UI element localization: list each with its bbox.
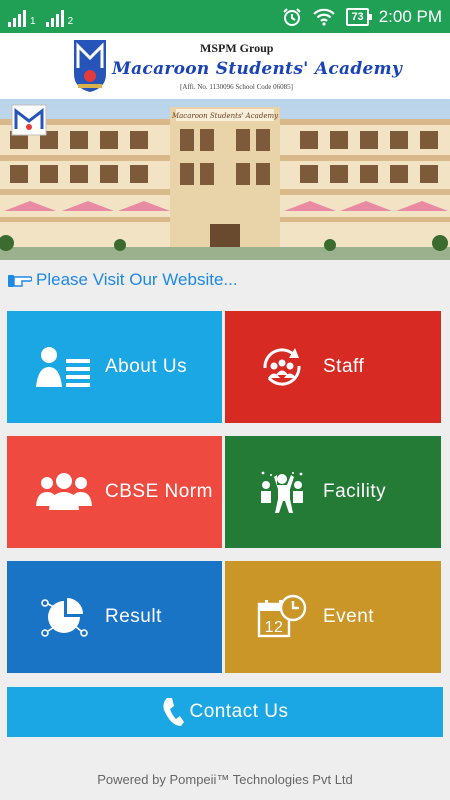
- clock: 2:00 PM: [378, 6, 442, 26]
- signal-icon-sim2: [45, 7, 64, 27]
- facility-label: Facility: [323, 481, 387, 502]
- battery-icon: 73: [346, 7, 372, 26]
- event-tile[interactable]: 12 Event: [225, 561, 441, 673]
- app-header: MSPM Group Macaroon Students' Academy [A…: [0, 33, 450, 99]
- school-building-banner: Macaroon Students' Academy: [0, 99, 450, 260]
- event-label: Event: [323, 606, 375, 627]
- about-us-tile[interactable]: About Us: [7, 311, 222, 423]
- visit-website-label: Please Visit Our Website...: [36, 270, 238, 289]
- footer-credit: Powered by Pompeii™ Technologies Pvt Ltd: [97, 772, 353, 787]
- cbse-norm-tile[interactable]: CBSE Norm: [7, 436, 222, 548]
- academy-name: Macaroon Students' Academy: [112, 59, 403, 79]
- group-name: MSPM Group: [200, 41, 274, 55]
- team-cycle-icon: [263, 348, 301, 386]
- status-bar: 1 2 73 2:00 PM: [0, 0, 450, 33]
- group-people-icon: [36, 473, 92, 510]
- svg-text:12: 12: [265, 619, 284, 636]
- pointing-hand-icon: [8, 275, 32, 287]
- school-logo: [74, 40, 106, 92]
- person-list-icon: [36, 347, 90, 387]
- staff-label: Staff: [323, 356, 365, 377]
- building-sign: Macaroon Students' Academy: [171, 112, 279, 120]
- sim1-label: 1: [30, 16, 36, 27]
- result-tile[interactable]: Result: [7, 561, 222, 673]
- contact-us-label: Contact Us: [189, 701, 289, 722]
- facility-tile[interactable]: Facility: [225, 436, 441, 548]
- alarm-icon: [283, 7, 302, 26]
- phone-icon: [162, 698, 184, 726]
- visit-website-link[interactable]: Please Visit Our Website...: [8, 270, 238, 290]
- contact-us-button[interactable]: Contact Us: [7, 687, 443, 737]
- affiliation-number: [Affi. No. 1130096 School Code 06085]: [180, 83, 293, 91]
- pie-chart-network-icon: [41, 598, 88, 637]
- result-label: Result: [105, 606, 162, 627]
- sim2-label: 2: [67, 16, 74, 27]
- about-us-label: About Us: [105, 356, 188, 377]
- calendar-clock-icon: 12: [257, 594, 307, 638]
- staff-tile[interactable]: Staff: [225, 311, 441, 423]
- celebration-group-icon: [261, 471, 303, 513]
- cbse-norm-label: CBSE Norm: [105, 481, 213, 502]
- wifi-icon: [313, 8, 336, 26]
- signal-icon-sim1: [8, 7, 26, 27]
